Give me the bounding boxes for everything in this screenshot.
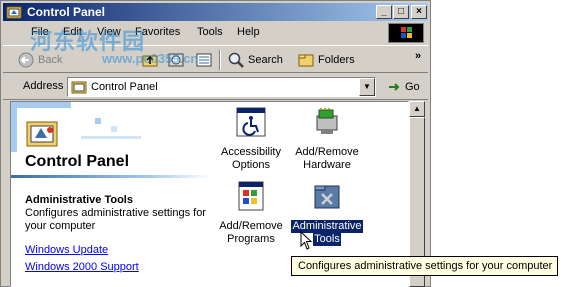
- toolbar-separator: [219, 50, 221, 70]
- windows-update-link[interactable]: Windows Update: [25, 244, 108, 256]
- title-bar[interactable]: Control Panel _ □ ×: [3, 3, 428, 21]
- mouse-pointer-icon: [300, 231, 313, 250]
- item-label-line2: Tools: [313, 233, 341, 246]
- item-accessibility-options[interactable]: Accessibility Options: [211, 106, 291, 172]
- windows-2000-support-link[interactable]: Windows 2000 Support: [25, 261, 139, 273]
- menu-help[interactable]: Help: [237, 26, 260, 38]
- folders-icon: [298, 54, 314, 67]
- control-panel-small-icon: [71, 81, 87, 94]
- maximize-button[interactable]: □: [393, 5, 409, 19]
- page-title: Control Panel: [25, 153, 130, 170]
- back-button[interactable]: Back: [17, 50, 62, 70]
- item-administrative-tools[interactable]: Administrative Tools: [287, 180, 367, 246]
- history-button[interactable]: [167, 50, 185, 70]
- item-label-line2: Options: [232, 159, 270, 171]
- item-add-remove-hardware[interactable]: Add/Remove Hardware: [287, 106, 367, 172]
- menu-bar: File Edit View Favorites Tools Help: [3, 22, 428, 44]
- window-title: Control Panel: [27, 5, 106, 19]
- selected-item-description: Configures administrative settings for y…: [25, 207, 206, 232]
- item-label-line1: Add/Remove: [295, 146, 359, 158]
- accessibility-icon: [236, 107, 266, 137]
- back-label: Back: [38, 54, 63, 66]
- item-label-line1: Accessibility: [221, 146, 281, 158]
- hardware-icon: [316, 108, 338, 134]
- address-value: Control Panel: [91, 81, 158, 93]
- windows-logo-icon: [388, 23, 424, 43]
- menu-file[interactable]: File: [31, 26, 49, 38]
- folders-label: Folders: [318, 54, 355, 66]
- control-panel-icon: [6, 6, 22, 19]
- menu-view[interactable]: View: [97, 26, 121, 38]
- toolbar-chevron[interactable]: »: [415, 46, 421, 66]
- history-icon: [168, 53, 184, 67]
- address-bar: Address Control Panel ▼ Go: [3, 74, 428, 100]
- address-dropdown-button[interactable]: ▼: [359, 78, 375, 96]
- title-underline: [11, 175, 211, 178]
- go-label: Go: [405, 81, 420, 93]
- item-add-remove-programs[interactable]: Add/Remove Programs: [211, 180, 291, 246]
- search-label: Search: [248, 54, 283, 66]
- up-folder-icon: [142, 55, 158, 67]
- selected-item-heading: Administrative Tools: [25, 194, 133, 206]
- item-label-line2: Programs: [227, 233, 275, 245]
- menu-tools[interactable]: Tools: [197, 26, 223, 38]
- views-icon: [196, 53, 212, 67]
- up-folder-button[interactable]: [141, 50, 159, 70]
- close-button[interactable]: ×: [411, 5, 427, 19]
- programs-icon: [238, 181, 264, 211]
- control-panel-large-icon: [26, 121, 58, 147]
- item-label-line1: Add/Remove: [219, 220, 283, 232]
- address-input[interactable]: Control Panel ▼: [67, 77, 376, 97]
- menu-edit[interactable]: Edit: [63, 26, 82, 38]
- views-button[interactable]: [195, 50, 213, 70]
- scroll-up-button[interactable]: ▲: [409, 101, 425, 117]
- web-view-pane: Control Panel Administrative Tools Confi…: [11, 102, 211, 286]
- standard-toolbar: Back Search Folders »: [3, 45, 428, 73]
- go-arrow-icon: [389, 83, 400, 91]
- item-label-line2: Hardware: [303, 159, 351, 171]
- folders-button[interactable]: Folders: [297, 50, 355, 70]
- go-button[interactable]: Go: [386, 79, 420, 95]
- tooltip: Configures administrative settings for y…: [291, 256, 558, 276]
- minimize-button[interactable]: _: [376, 5, 392, 19]
- address-label: Address: [23, 80, 64, 92]
- search-button[interactable]: Search: [227, 50, 283, 70]
- menu-favorites[interactable]: Favorites: [135, 26, 180, 38]
- back-arrow-icon: [18, 52, 34, 68]
- search-icon: [228, 52, 244, 68]
- admin-tools-icon: [314, 185, 340, 209]
